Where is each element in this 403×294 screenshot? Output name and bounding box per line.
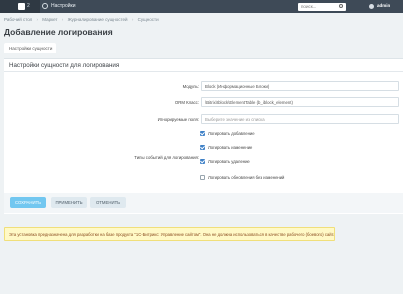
orm-value: \Bitrix\Iblock\ElementTable (b_iblock_el…: [201, 97, 399, 107]
panel-title: Настройки сущности для логирования: [9, 62, 120, 69]
event-types-label: Типы событий для логирования:: [134, 155, 199, 160]
cancel-button[interactable]: ОТМЕНИТЬ: [90, 197, 126, 208]
menu-icon[interactable]: [18, 3, 25, 10]
log-update-checkbox[interactable]: [200, 145, 205, 150]
tab-entity-settings[interactable]: Настройки сущности: [4, 43, 56, 53]
breadcrumb-item[interactable]: Рабочий стол: [4, 17, 32, 22]
log-add-label: Логировать добавление: [208, 131, 255, 136]
breadcrumb-separator: ›: [36, 17, 39, 22]
apply-button[interactable]: ПРИМЕНИТЬ: [51, 197, 87, 208]
settings-link[interactable]: Настройки: [51, 3, 76, 9]
orm-label: ORM Класс:: [174, 100, 199, 105]
breadcrumb-item[interactable]: Маркет: [42, 17, 57, 22]
ignored-fields-select[interactable]: Выберите значение из списка: [201, 114, 399, 124]
user-name[interactable]: admin: [377, 3, 390, 8]
log-unchanged-checkbox[interactable]: [200, 175, 205, 180]
module-value: Block (Информационные Блоки): [201, 81, 399, 91]
breadcrumb-item[interactable]: Сущности: [138, 17, 159, 22]
star-icon[interactable]: ☆: [95, 28, 101, 36]
development-warning: Эта установка предназначена для разработ…: [4, 227, 335, 241]
module-label: Модуль:: [182, 84, 199, 89]
breadcrumb-separator: ›: [61, 17, 64, 22]
top-navigation-bar: 2 Настройки поиск... admin: [0, 0, 403, 13]
log-add-checkbox[interactable]: [200, 131, 205, 136]
save-button[interactable]: СОХРАНИТЬ: [10, 197, 46, 208]
log-delete-checkbox[interactable]: [200, 159, 205, 164]
log-delete-label: Логировать удаление: [208, 159, 250, 164]
log-update-label: Логировать изменение: [208, 145, 253, 150]
settings-icon[interactable]: [42, 3, 48, 9]
user-icon[interactable]: [369, 4, 374, 9]
notifications-count[interactable]: 2: [27, 3, 30, 9]
breadcrumb-item[interactable]: Журналирование сущностей: [68, 17, 128, 22]
settings-panel: Настройки сущности для логирования Модул…: [4, 58, 403, 214]
tab-strip: Настройки сущности: [4, 43, 400, 53]
breadcrumb-separator: ›: [131, 17, 134, 22]
log-unchanged-label: Логировать обновления без изменений: [208, 175, 285, 180]
search-icon[interactable]: [339, 4, 343, 8]
ignored-fields-label: Игнорируемые поля:: [157, 117, 199, 122]
breadcrumb: Рабочий стол › Маркет › Журналирование с…: [4, 17, 162, 25]
panel-divider: [4, 71, 403, 72]
